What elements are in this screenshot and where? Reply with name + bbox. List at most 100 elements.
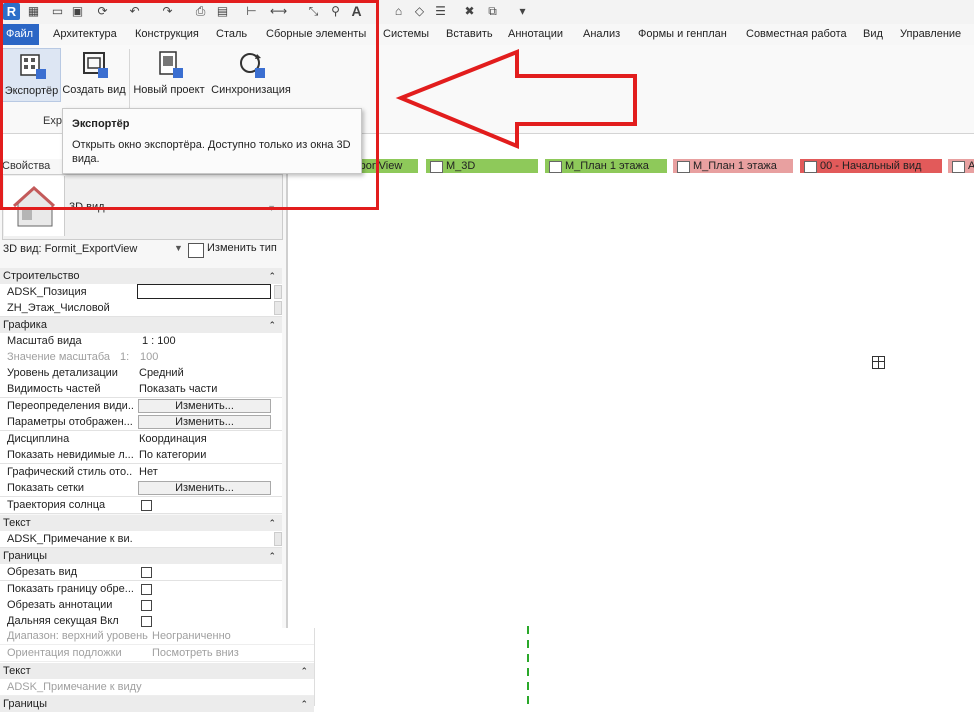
scroll-handle[interactable] xyxy=(274,285,282,299)
adsk-position-input[interactable] xyxy=(137,284,271,299)
prop-key: ADSK_Позиция xyxy=(7,286,87,298)
switch-windows-icon[interactable]: ⧉ xyxy=(485,4,500,19)
group-label: Границы xyxy=(3,698,47,710)
instance-selector[interactable]: 3D вид: Formit_ExportView xyxy=(3,243,137,255)
group-label: Границы xyxy=(3,550,47,562)
group-label: Строительство xyxy=(3,270,80,282)
prop-key: Графический стиль ото... xyxy=(7,466,133,478)
view-tab-floor-plan-2[interactable]: M_План 1 этажа xyxy=(673,159,793,173)
prop-key: Переопределения види... xyxy=(7,400,133,412)
collapse-icon[interactable]: ⌃ xyxy=(300,663,308,679)
plan-view-icon xyxy=(677,161,690,173)
prop-row-crop-view: Обрезать вид xyxy=(0,564,282,581)
plan-view-icon xyxy=(549,161,562,173)
view-tab-m-3d[interactable]: M_3D xyxy=(426,159,538,173)
edit-type-button[interactable]: Изменить тип xyxy=(188,242,277,258)
view-tab-overflow[interactable]: A_ xyxy=(948,159,974,173)
sun-path-checkbox[interactable] xyxy=(141,500,152,511)
sheet-icon xyxy=(804,161,817,173)
collapse-icon[interactable]: ⌃ xyxy=(268,515,276,531)
group-extents[interactable]: Границы ⌃ xyxy=(0,548,282,564)
pointer-arrow-icon xyxy=(395,49,637,149)
view-tab-label: M_План 1 этажа xyxy=(693,160,777,172)
view-tab-label: M_План 1 этажа xyxy=(565,160,649,172)
tab-insert[interactable]: Вставить xyxy=(446,24,493,45)
prop-value: Неограниченно xyxy=(152,630,231,642)
tab-systems[interactable]: Системы xyxy=(383,24,429,45)
prop-row-display-options: Параметры отображен... Изменить... xyxy=(0,414,282,431)
prop-key: Дисциплина xyxy=(7,433,70,445)
prop-row-sun-path: Траектория солнца xyxy=(0,497,282,514)
prop-row-annotation-crop: Обрезать аннотации xyxy=(0,597,282,614)
thin-lines-icon[interactable]: ☰ xyxy=(433,4,448,19)
prop-row-discipline[interactable]: Дисциплина Координация xyxy=(0,431,282,448)
prop-value: По категории xyxy=(139,449,207,461)
edit-type-label: Изменить тип xyxy=(207,242,277,254)
group-text-lower[interactable]: Текст ⌃ xyxy=(0,663,314,679)
section-icon[interactable]: ◇ xyxy=(412,4,427,19)
prop-value: 100 xyxy=(140,351,159,363)
prop-key-suffix: 1: xyxy=(120,351,130,363)
prop-value: Показать части xyxy=(139,383,218,395)
view-tab-label: M_3D xyxy=(446,160,476,172)
tab-collaborate[interactable]: Совместная работа xyxy=(746,24,847,45)
group-label: Графика xyxy=(3,319,47,331)
collapse-icon[interactable]: ⌃ xyxy=(268,548,276,564)
prop-key: Видимость частей xyxy=(7,383,101,395)
prop-row-view-scale[interactable]: Масштаб вида 1 : 100 xyxy=(0,333,282,350)
collapse-icon[interactable]: ⌃ xyxy=(268,268,276,284)
group-text[interactable]: Текст ⌃ xyxy=(0,515,282,531)
prop-row-visibility-overrides: Переопределения види... Изменить... xyxy=(0,398,282,415)
view-tab-bar: rportView M_3D M_План 1 этажа M_План 1 э… xyxy=(286,159,974,174)
view-tab-floor-plan[interactable]: M_План 1 этажа xyxy=(545,159,667,173)
prop-row-hidden-lines[interactable]: Показать невидимые л... По категории xyxy=(0,447,282,464)
edit-display-button[interactable]: Изменить... xyxy=(138,415,271,429)
crop-region-checkbox[interactable] xyxy=(141,584,152,595)
tab-massing-site[interactable]: Формы и генплан xyxy=(638,24,727,45)
group-graphics[interactable]: Графика ⌃ xyxy=(0,317,282,333)
prop-row-note-lower: ADSK_Примечание к виду xyxy=(0,679,314,696)
prop-row-graphic-style[interactable]: Графический стиль ото... Нет xyxy=(0,464,282,481)
far-clip-checkbox[interactable] xyxy=(141,616,152,627)
scroll-handle[interactable] xyxy=(274,301,282,315)
collapse-icon[interactable]: ⌃ xyxy=(300,696,308,712)
prop-value: Средний xyxy=(139,367,184,379)
view-tab-start-view[interactable]: 00 - Начальный вид xyxy=(800,159,942,173)
tab-manage[interactable]: Управление xyxy=(900,24,961,45)
prop-key: Траектория солнца xyxy=(7,499,106,511)
prop-row-detail-level[interactable]: Уровень детализации Средний xyxy=(0,365,282,382)
edit-grids-button[interactable]: Изменить... xyxy=(138,481,271,495)
chevron-down-icon[interactable]: ▾ xyxy=(515,4,530,19)
tab-analyze[interactable]: Анализ xyxy=(583,24,620,45)
prop-row-parts-visibility[interactable]: Видимость частей Показать части xyxy=(0,381,282,398)
group-extents-lower[interactable]: Границы ⌃ xyxy=(0,696,314,712)
prop-key: Масштаб вида xyxy=(7,335,82,347)
annotation-crop-checkbox[interactable] xyxy=(141,600,152,611)
prop-key: Параметры отображен... xyxy=(7,416,133,428)
prop-row-note: ADSK_Примечание к ви... xyxy=(0,531,282,548)
scroll-handle[interactable] xyxy=(274,532,282,546)
chevron-down-icon[interactable]: ▼ xyxy=(174,243,183,253)
edit-overrides-button[interactable]: Изменить... xyxy=(138,399,271,413)
prop-value: Посмотреть вниз xyxy=(152,647,239,659)
tab-view[interactable]: Вид xyxy=(863,24,883,45)
group-construction[interactable]: Строительство ⌃ xyxy=(0,268,282,284)
tab-annotate[interactable]: Аннотации xyxy=(508,24,563,45)
prop-key: ADSK_Примечание к ви... xyxy=(7,533,133,545)
prop-key: Значение масштаба xyxy=(7,351,111,363)
prop-key: Показать невидимые л... xyxy=(7,449,133,461)
collapse-icon[interactable]: ⌃ xyxy=(268,317,276,333)
prop-value: Координация xyxy=(139,433,207,445)
plan-view-icon xyxy=(952,161,965,173)
prop-key: Обрезать аннотации xyxy=(7,599,113,611)
close-views-icon[interactable]: ✖ xyxy=(462,4,477,19)
prop-key: Диапазон: верхний уровень xyxy=(7,630,148,642)
prop-key: ZH_Этаж_Числовой xyxy=(7,302,110,314)
prop-key: Дальняя секущая Вкл xyxy=(7,615,119,627)
3d-view-icon[interactable]: ⌂ xyxy=(391,4,406,19)
edit-type-icon xyxy=(188,243,204,258)
view-cube-icon[interactable] xyxy=(872,356,885,369)
view-tab-label: A_ xyxy=(968,160,974,172)
crop-view-checkbox[interactable] xyxy=(141,567,152,578)
prop-key: Уровень детализации xyxy=(7,367,118,379)
